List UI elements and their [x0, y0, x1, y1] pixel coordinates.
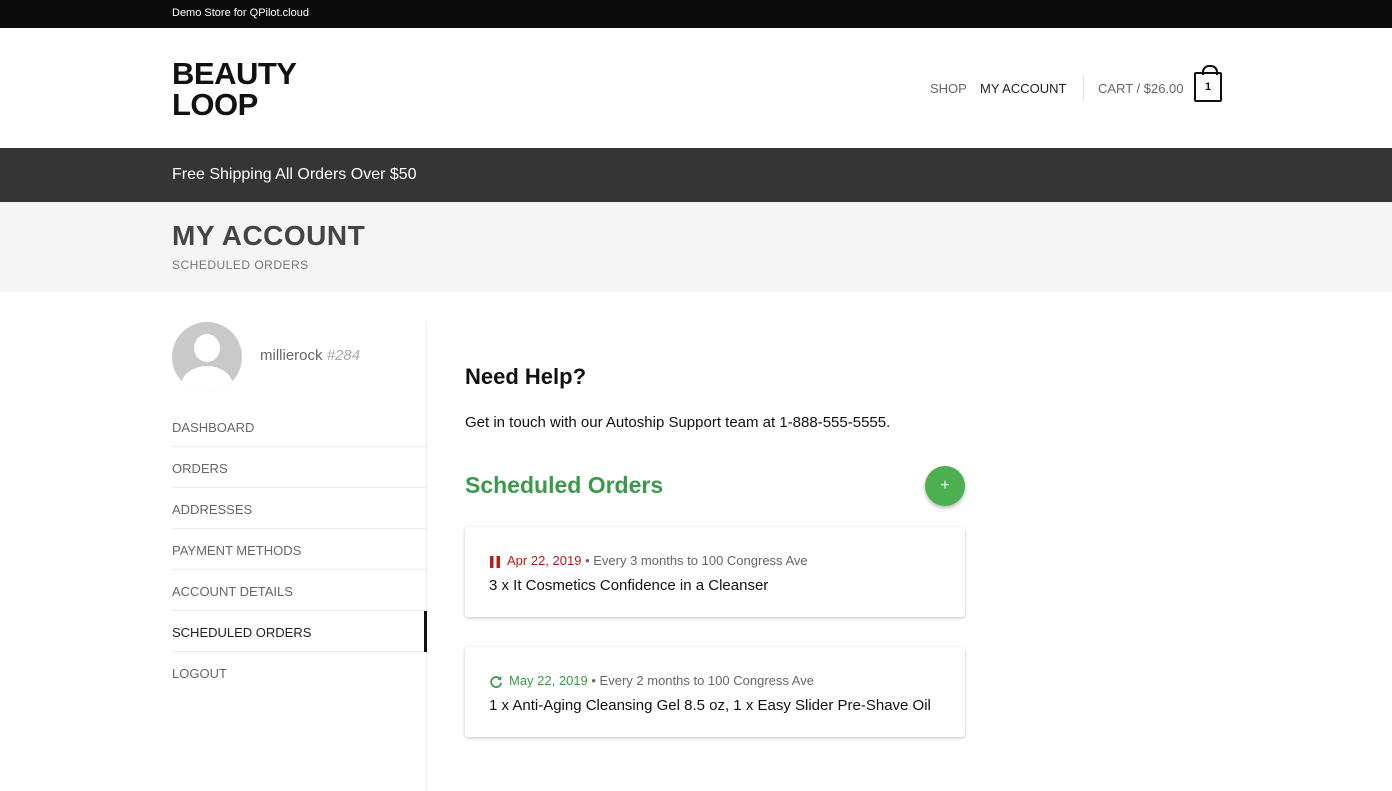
account-nav-addresses[interactable]: ADDRESSES	[172, 488, 427, 529]
user-id: #284	[326, 347, 361, 364]
logo-line-2: LOOP	[172, 87, 258, 122]
user-name: millierock	[260, 347, 323, 364]
account-nav-label: ADDRESSES	[172, 502, 253, 517]
account-nav-label: DASHBOARD	[172, 420, 255, 435]
site-header: BEAUTY LOOP SHOP MY ACCOUNT CART / $26.0…	[0, 28, 1392, 148]
avatar-body-shape	[181, 366, 233, 392]
account-navigation: DASHBOARD ORDERS ADDRESSES PAYMENT METHO…	[172, 406, 427, 693]
nav-my-account-link[interactable]: MY ACCOUNT	[980, 81, 1066, 96]
scheduled-orders-heading: Scheduled Orders	[465, 472, 664, 498]
order-frequency: • Every 3 months to 100 Congress Ave	[581, 553, 808, 568]
page-title: MY ACCOUNT	[172, 220, 366, 251]
add-scheduled-order-button[interactable]: +	[925, 466, 965, 506]
scheduled-order-card[interactable]: May 22, 2019 • Every 2 months to 100 Con…	[465, 647, 965, 737]
order-items: 1 x Anti-Aging Cleansing Gel 8.5 oz, 1 x…	[489, 697, 931, 714]
account-nav-label: ORDERS	[172, 461, 228, 476]
account-nav-logout[interactable]: LOGOUT	[172, 652, 427, 693]
account-nav-scheduled-orders[interactable]: SCHEDULED ORDERS	[172, 611, 427, 652]
order-items: 3 x It Cosmetics Confidence in a Cleanse…	[489, 577, 769, 594]
cart-count-badge: 1	[1204, 81, 1212, 93]
nav-cart-link[interactable]: CART / $26.00	[1098, 81, 1184, 96]
order-meta: Apr 22, 2019 • Every 3 months to 100 Con…	[489, 553, 808, 568]
account-nav-label: PAYMENT METHODS	[172, 543, 302, 558]
help-text: Get in touch with our Autoship Support t…	[465, 414, 891, 431]
account-nav-orders[interactable]: ORDERS	[172, 447, 427, 488]
nav-divider	[1083, 75, 1084, 101]
refresh-icon	[490, 675, 502, 688]
page-title-bar: MY ACCOUNT SCHEDULED ORDERS	[0, 202, 1392, 292]
promo-banner: Free Shipping All Orders Over $50	[0, 148, 1392, 202]
user-name-block: millierock #284	[260, 347, 360, 364]
help-heading: Need Help?	[465, 364, 587, 389]
breadcrumb: SCHEDULED ORDERS	[172, 258, 309, 272]
account-nav-payment-methods[interactable]: PAYMENT METHODS	[172, 529, 427, 570]
avatar-head-shape	[194, 334, 220, 362]
order-next-date: Apr 22, 2019	[507, 553, 582, 568]
cart-bag-icon[interactable]: 1	[1194, 65, 1222, 102]
order-meta: May 22, 2019 • Every 2 months to 100 Con…	[489, 673, 814, 689]
order-frequency: • Every 2 months to 100 Congress Ave	[587, 673, 814, 688]
site-logo[interactable]: BEAUTY LOOP	[172, 58, 332, 120]
account-nav-label: ACCOUNT DETAILS	[172, 584, 293, 599]
account-nav-label: SCHEDULED ORDERS	[172, 625, 312, 640]
account-nav-account-details[interactable]: ACCOUNT DETAILS	[172, 570, 427, 611]
store-tagline: Demo Store for QPilot.cloud	[172, 7, 309, 19]
user-avatar	[172, 322, 242, 392]
order-next-date: May 22, 2019	[509, 673, 588, 688]
nav-shop-link[interactable]: SHOP	[930, 81, 967, 96]
logo-line-1: BEAUTY	[172, 56, 297, 91]
account-nav-label: LOGOUT	[172, 666, 227, 681]
account-nav-dashboard[interactable]: DASHBOARD	[172, 406, 427, 447]
promo-text: Free Shipping All Orders Over $50	[172, 166, 417, 183]
scheduled-order-card[interactable]: Apr 22, 2019 • Every 3 months to 100 Con…	[465, 527, 965, 617]
pause-icon	[490, 555, 500, 568]
top-announcement-bar: Demo Store for QPilot.cloud	[0, 0, 1392, 28]
